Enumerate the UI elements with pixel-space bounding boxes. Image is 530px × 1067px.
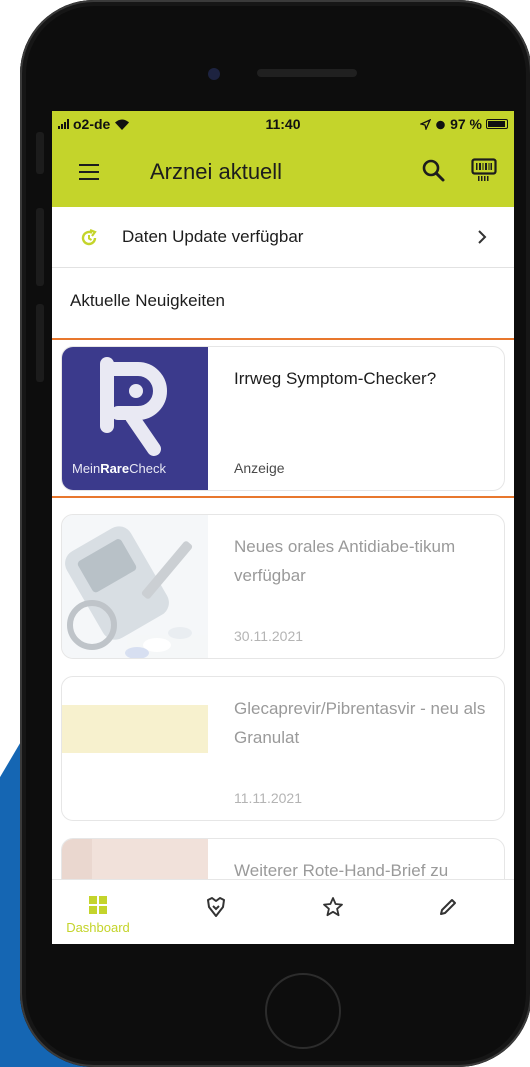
battery-fill	[488, 121, 506, 127]
app-title: Arznei aktuell	[150, 159, 283, 184]
nav-dashboard-label: Dashboard	[66, 920, 130, 935]
bottom-navigation: Dashboard	[52, 879, 514, 944]
battery-icon	[486, 119, 508, 129]
front-camera	[208, 68, 220, 80]
alarm-icon	[436, 120, 445, 129]
nav-dashboard[interactable]: Dashboard	[52, 880, 144, 944]
pencil-icon	[440, 899, 456, 915]
data-update-banner[interactable]: Daten Update verfügbar	[52, 207, 514, 268]
news-thumbnail-glucometer	[62, 515, 208, 658]
battery-percent: 97 %	[450, 116, 482, 132]
status-right: 97 %	[420, 116, 508, 132]
interactions-icon	[207, 897, 225, 917]
volume-up-button	[36, 208, 44, 286]
refresh-icon	[81, 228, 97, 246]
menu-icon[interactable]	[79, 164, 99, 180]
home-button[interactable]	[265, 973, 341, 1049]
status-bar: o2-de 11:40 97 %	[52, 111, 514, 137]
location-arrow-icon	[420, 118, 432, 130]
news-card[interactable]: Glecaprevir/Pibrentasvir - neu als Granu…	[61, 676, 505, 821]
nav-favorites[interactable]	[287, 880, 379, 944]
chevron-right-icon	[478, 230, 487, 244]
news-card[interactable]: Neues orales Antidiabe-tikum verfügbar 3…	[61, 514, 505, 659]
news-meta: 30.11.2021	[234, 628, 304, 644]
mute-switch	[36, 132, 44, 174]
news-title: Glecaprevir/Pibrentasvir - neu als Granu…	[234, 699, 486, 747]
app-bar: Arznei aktuell	[52, 137, 514, 207]
volume-down-button	[36, 304, 44, 382]
granulat-image	[62, 677, 208, 820]
nav-notes[interactable]	[402, 880, 494, 944]
news-thumbnail-granulat	[62, 677, 208, 820]
search-icon[interactable]	[420, 157, 448, 185]
news-title: Neues orales Antidiabe-tikum verfügbar	[234, 537, 456, 585]
glucometer-image	[62, 515, 208, 658]
highlight-box	[52, 338, 514, 498]
news-meta: 11.11.2021	[234, 790, 302, 806]
star-icon	[323, 897, 343, 917]
earpiece-speaker	[257, 69, 357, 77]
barcode-icon[interactable]	[471, 157, 497, 183]
dashboard-icon	[89, 896, 107, 914]
update-label: Daten Update verfügbar	[122, 227, 304, 246]
section-heading: Aktuelle Neuigkeiten	[70, 291, 225, 310]
app-screen: o2-de 11:40 97 % Arznei aktuell Daten Up…	[52, 111, 514, 944]
nav-interactions[interactable]	[170, 880, 262, 944]
